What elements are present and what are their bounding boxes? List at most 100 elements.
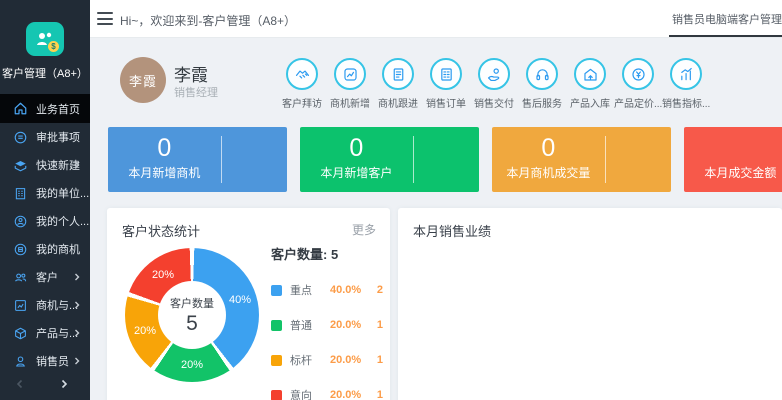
chevron-right-icon bbox=[73, 357, 81, 365]
sidebar-pager bbox=[0, 379, 90, 389]
donut-center: 客户数量 5 bbox=[158, 281, 226, 349]
sidebar-item-my-opportunities[interactable]: 我的商机 bbox=[0, 235, 90, 263]
legend-item-key: 重点 40.0% 2 bbox=[271, 282, 383, 298]
card-divider bbox=[221, 136, 222, 183]
panels-row: 客户状态统计 更多 客户数量 5 40% 20% 20% 20% 客户数量: 5 bbox=[107, 208, 782, 400]
chevron-right-icon bbox=[73, 273, 81, 281]
slice-label: 20% bbox=[152, 269, 174, 281]
more-link[interactable]: 更多 bbox=[352, 221, 376, 238]
user-name: 李霞 bbox=[174, 61, 208, 86]
stat-card-deals-closed: 0 本月商机成交量 bbox=[492, 127, 671, 192]
box-icon bbox=[13, 158, 28, 173]
chevron-right-icon bbox=[73, 301, 81, 309]
quick-action-opportunity-new[interactable]: 商机新增 bbox=[326, 58, 374, 110]
stat-value: 0 bbox=[108, 134, 221, 163]
currency-badge-icon: $ bbox=[48, 41, 59, 52]
stat-label: 本月新增客户 bbox=[300, 164, 413, 181]
slice-label: 20% bbox=[134, 325, 156, 337]
legend-swatch bbox=[271, 320, 282, 331]
bar-growth-icon bbox=[670, 58, 702, 90]
order-checklist-icon bbox=[430, 58, 462, 90]
stat-label: 本月成交金额 bbox=[684, 164, 782, 181]
customer-status-donut-chart[interactable]: 客户数量 5 40% 20% 20% 20% bbox=[125, 248, 259, 382]
document-icon bbox=[382, 58, 414, 90]
panel-title: 客户状态统计 bbox=[122, 221, 200, 240]
legend-item-benchmark: 标杆 20.0% 1 bbox=[271, 352, 383, 368]
person-circle-icon bbox=[13, 214, 28, 229]
quick-action-customer-visit[interactable]: 客户拜访 bbox=[278, 58, 326, 110]
chart-legend: 客户数量: 5 重点 40.0% 2 普通 20.0% 1 bbox=[271, 244, 383, 400]
topbar: Hi~，欢迎来到-客户管理（A8+） 销售员电脑端客户管理 bbox=[90, 0, 782, 38]
sidebar-item-business-home[interactable]: 业务首页 bbox=[0, 94, 90, 123]
quick-action-opportunity-follow[interactable]: 商机跟进 bbox=[374, 58, 422, 110]
greeting-text: Hi~，欢迎来到-客户管理（A8+） bbox=[120, 12, 296, 29]
quick-action-product-pricing[interactable]: 产品定价... bbox=[614, 58, 662, 110]
quick-action-sales-delivery[interactable]: 销售交付 bbox=[470, 58, 518, 110]
sidebar-nav: 业务首页 审批事项 快速新建 我的单位... 我的个人... 我的商机 bbox=[0, 94, 90, 389]
headset-icon bbox=[526, 58, 558, 90]
sidebar-item-product-mgmt[interactable]: 产品与... bbox=[0, 319, 90, 347]
sidebar-item-opportunity-mgmt[interactable]: 商机与... bbox=[0, 291, 90, 319]
chart-square-icon bbox=[13, 298, 28, 313]
top-tab-sales-pc-client[interactable]: 销售员电脑端客户管理 bbox=[669, 11, 782, 37]
stat-value: 0 bbox=[300, 134, 413, 163]
monthly-sales-panel: 本月销售业绩 bbox=[398, 208, 782, 400]
trend-chart-icon bbox=[334, 58, 366, 90]
sidebar-item-approvals[interactable]: 审批事项 bbox=[0, 123, 90, 151]
legend-swatch bbox=[271, 355, 282, 366]
legend-header: 客户数量: 5 bbox=[271, 244, 383, 263]
building-icon bbox=[13, 186, 28, 201]
stat-label: 本月商机成交量 bbox=[492, 164, 605, 181]
stat-card-new-opportunities: 0 本月新增商机 bbox=[108, 127, 287, 192]
warehouse-icon bbox=[574, 58, 606, 90]
sidebar: $ 客户管理（A8+） 业务首页 审批事项 快速新建 我的单位... bbox=[0, 0, 90, 400]
pricing-icon bbox=[622, 58, 654, 90]
stat-card-deal-amount: 本月成交金额 bbox=[684, 127, 782, 192]
slice-label: 40% bbox=[229, 294, 251, 306]
app-logo: $ 客户管理（A8+） bbox=[0, 0, 90, 81]
legend-item-intent: 意向 20.0% 1 bbox=[271, 387, 383, 400]
panel-title: 本月销售业绩 bbox=[413, 221, 491, 240]
handshake-icon bbox=[286, 58, 318, 90]
sidebar-item-quick-create[interactable]: 快速新建 bbox=[0, 151, 90, 179]
quick-action-sales-order[interactable]: 销售订单 bbox=[422, 58, 470, 110]
quick-action-after-sales[interactable]: 售后服务 bbox=[518, 58, 566, 110]
cube-icon bbox=[13, 326, 28, 341]
user-role: 销售经理 bbox=[174, 84, 218, 100]
nav-prev-icon[interactable] bbox=[15, 379, 25, 389]
stat-cards: 0 本月新增商机 0 本月新增客户 0 本月商机成交量 本月成交金额 bbox=[108, 127, 782, 192]
hand-coin-icon bbox=[478, 58, 510, 90]
approval-list-icon bbox=[13, 130, 28, 145]
chevron-right-icon bbox=[73, 329, 81, 337]
stat-card-new-customers: 0 本月新增客户 bbox=[300, 127, 479, 192]
sidebar-item-my-org[interactable]: 我的单位... bbox=[0, 179, 90, 207]
quick-actions: 客户拜访 商机新增 商机跟进 销售订单 销售交付 售后服务 bbox=[278, 58, 710, 110]
salesperson-icon bbox=[13, 354, 28, 369]
avatar: 李霞 bbox=[120, 57, 166, 103]
legend-swatch bbox=[271, 285, 282, 296]
stat-value: 0 bbox=[492, 134, 605, 163]
home-icon bbox=[13, 101, 28, 116]
quick-action-sales-target[interactable]: 销售指标... bbox=[662, 58, 710, 110]
chevron-right-icon bbox=[73, 161, 81, 169]
stat-value bbox=[684, 134, 782, 163]
sidebar-item-salespeople[interactable]: 销售员 bbox=[0, 347, 90, 375]
sidebar-item-customers[interactable]: 客户 bbox=[0, 263, 90, 291]
quick-action-product-inbound[interactable]: 产品入库 bbox=[566, 58, 614, 110]
customers-icon bbox=[13, 270, 28, 285]
customer-status-panel: 客户状态统计 更多 客户数量 5 40% 20% 20% 20% 客户数量: 5 bbox=[107, 208, 390, 400]
card-divider bbox=[605, 136, 606, 183]
app-title: 客户管理（A8+） bbox=[0, 65, 90, 81]
menu-icon[interactable] bbox=[97, 12, 113, 25]
slice-label: 20% bbox=[181, 359, 203, 371]
legend-swatch bbox=[271, 390, 282, 400]
sidebar-item-my-personal[interactable]: 我的个人... bbox=[0, 207, 90, 235]
card-divider bbox=[413, 136, 414, 183]
opportunity-icon bbox=[13, 242, 28, 257]
legend-item-normal: 普通 20.0% 1 bbox=[271, 317, 383, 333]
main-content: 李霞 李霞 销售经理 客户拜访 商机新增 商机跟进 销售订单 销售交付 bbox=[90, 38, 782, 400]
app-logo-icon: $ bbox=[26, 22, 64, 56]
crm-dashboard: $ 客户管理（A8+） 业务首页 审批事项 快速新建 我的单位... bbox=[0, 0, 782, 400]
nav-next-icon[interactable] bbox=[59, 379, 69, 389]
stat-label: 本月新增商机 bbox=[108, 164, 221, 181]
